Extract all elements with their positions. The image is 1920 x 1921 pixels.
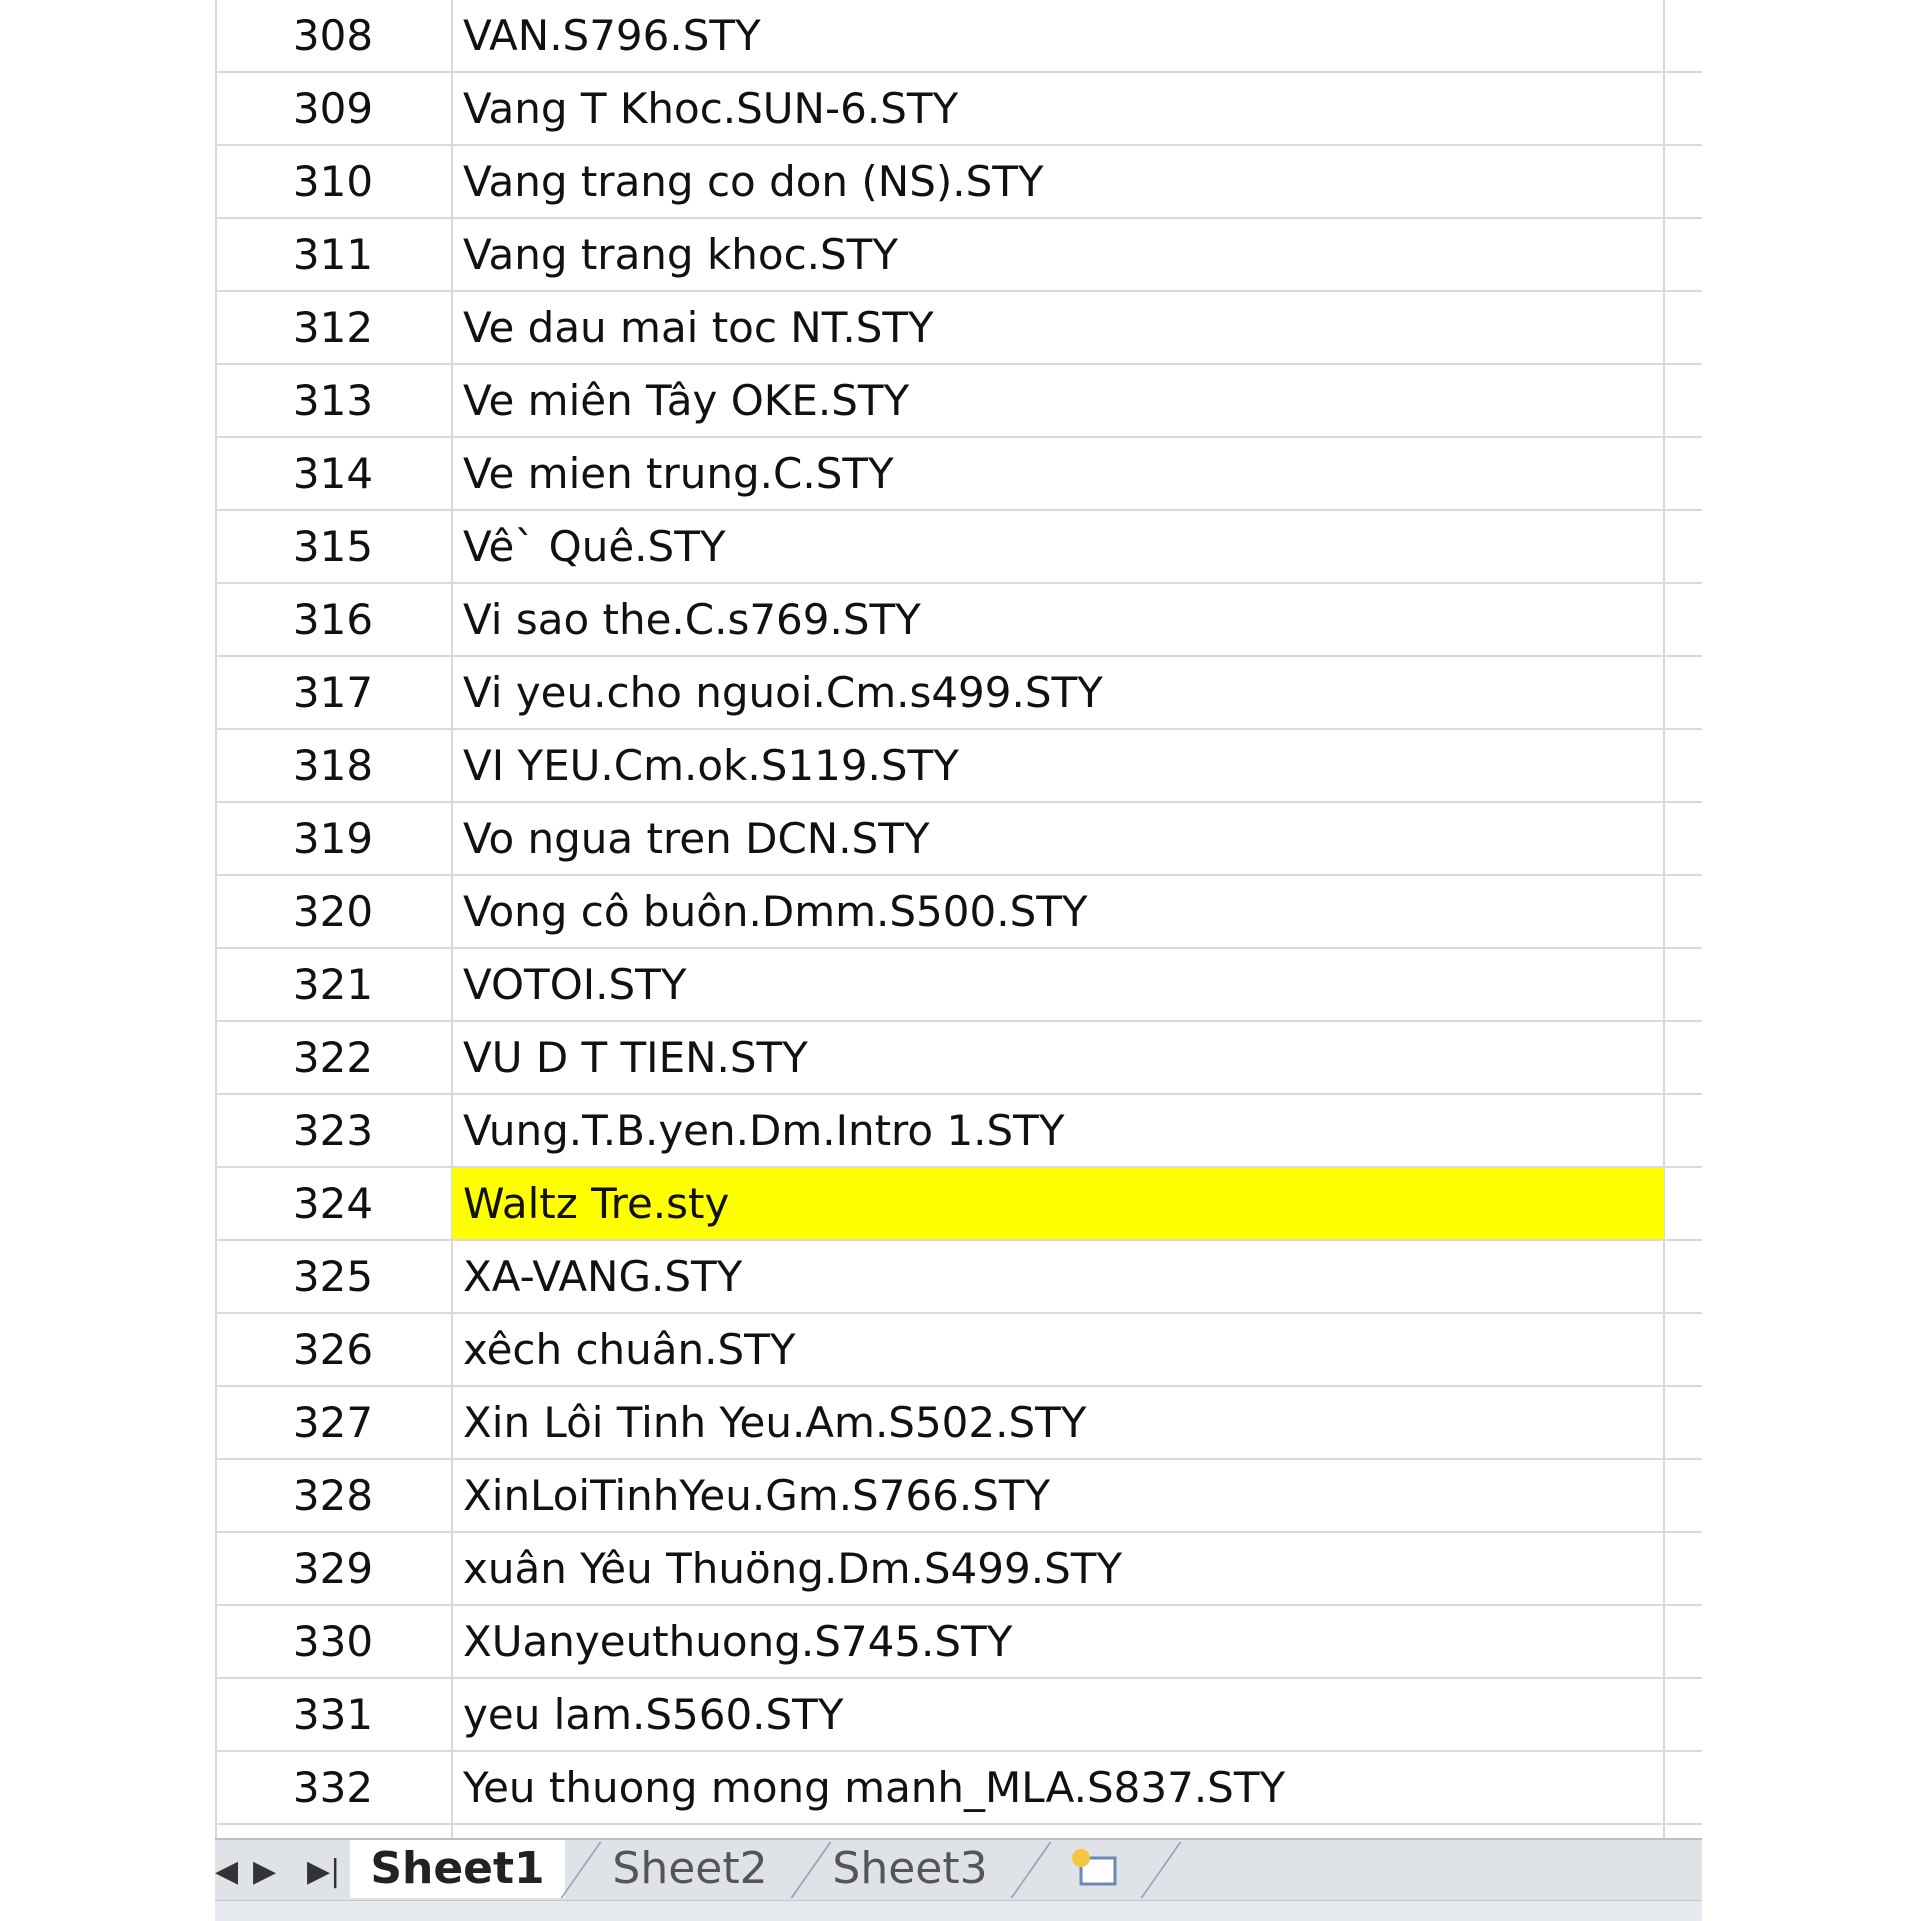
- row-number-cell[interactable]: 312: [215, 292, 451, 363]
- row-number-cell[interactable]: 325: [215, 1241, 451, 1312]
- file-name-cell[interactable]: XA-VANG.STY: [452, 1241, 1879, 1312]
- file-name-cell[interactable]: Vang T Khoc.SUN-6.STY: [452, 73, 1879, 144]
- table-row[interactable]: 314 Ve mien trung.C.STY: [215, 438, 1702, 511]
- file-name-cell[interactable]: XinLoiTinhYeu.Gm.S766.STY: [452, 1460, 1879, 1531]
- file-name-cell[interactable]: Vo ngua tren DCN.STY: [452, 803, 1879, 874]
- scroll-next-sheet-icon[interactable]: ▶: [253, 1854, 276, 1889]
- table-row[interactable]: 329 xuân Yêu Thuöng.Dm.S499.STY: [215, 1533, 1702, 1606]
- row-number-cell[interactable]: 328: [215, 1460, 451, 1531]
- sheet-tab-bar: ◀ ▶ ▶| Sheet1 Sheet2 Sheet3: [215, 1838, 1702, 1900]
- row-number-cell[interactable]: 324: [215, 1168, 451, 1239]
- row-number-cell[interactable]: 329: [215, 1533, 451, 1604]
- table-row[interactable]: 308 VAN.S796.STY: [215, 0, 1702, 73]
- file-name-cell[interactable]: Vung.T.B.yen.Dm.Intro 1.STY: [452, 1095, 1879, 1166]
- row-number-cell[interactable]: 315: [215, 511, 451, 582]
- file-name-cell[interactable]: VAN.S796.STY: [452, 0, 1879, 71]
- row-number-cell[interactable]: 314: [215, 438, 451, 509]
- table-row[interactable]: 328 XinLoiTinhYeu.Gm.S766.STY: [215, 1460, 1702, 1533]
- file-name-cell[interactable]: Xin Lôi Tinh Yeu.Am.S502.STY: [452, 1387, 1879, 1458]
- table-row[interactable]: 313 Ve miên Tây OKE.STY: [215, 365, 1702, 438]
- file-name-cell[interactable]: Ve miên Tây OKE.STY: [452, 365, 1879, 436]
- table-row[interactable]: 309 Vang T Khoc.SUN-6.STY: [215, 73, 1702, 146]
- table-row[interactable]: 319 Vo ngua tren DCN.STY: [215, 803, 1702, 876]
- scroll-last-sheet-icon[interactable]: ▶|: [307, 1854, 340, 1889]
- row-number-cell[interactable]: 316: [215, 584, 451, 655]
- file-name-cell[interactable]: VU D T TIEN.STY: [452, 1022, 1879, 1093]
- file-name-cell[interactable]: Vi sao the.C.s769.STY: [452, 584, 1879, 655]
- row-number-cell[interactable]: 318: [215, 730, 451, 801]
- tab-sheet2[interactable]: Sheet2: [590, 1840, 790, 1898]
- file-name-cell[interactable]: VI YEU.Cm.ok.S119.STY: [452, 730, 1879, 801]
- file-name-cell[interactable]: VOTOI.STY: [452, 949, 1879, 1020]
- table-row[interactable]: 323 Vung.T.B.yen.Dm.Intro 1.STY: [215, 1095, 1702, 1168]
- table-row[interactable]: 322 VU D T TIEN.STY: [215, 1022, 1702, 1095]
- tab-sheet3[interactable]: Sheet3: [810, 1840, 1010, 1898]
- row-number-cell[interactable]: 332: [215, 1752, 451, 1823]
- row-number-cell[interactable]: 322: [215, 1022, 451, 1093]
- table-row[interactable]: 317 Vi yeu.cho nguoi.Cm.s499.STY: [215, 657, 1702, 730]
- file-name-cell[interactable]: yeu lam.S560.STY: [452, 1679, 1879, 1750]
- row-number-cell[interactable]: 310: [215, 146, 451, 217]
- row-number-cell[interactable]: 308: [215, 0, 451, 71]
- table-row[interactable]: 315 Vê` Quê.STY: [215, 511, 1702, 584]
- insert-worksheet-icon[interactable]: [1040, 1840, 1150, 1898]
- file-name-cell[interactable]: xêch chuân.STY: [452, 1314, 1879, 1385]
- row-number-cell[interactable]: 309: [215, 73, 451, 144]
- tab-sheet1[interactable]: Sheet1: [350, 1840, 565, 1898]
- row-number-cell[interactable]: 313: [215, 365, 451, 436]
- row-number-cell[interactable]: 321: [215, 949, 451, 1020]
- file-name-cell[interactable]: Vang trang co don (NS).STY: [452, 146, 1879, 217]
- table-row[interactable]: 326 xêch chuân.STY: [215, 1314, 1702, 1387]
- file-name-cell[interactable]: Vang trang khoc.STY: [452, 219, 1879, 290]
- table-row[interactable]: 331 yeu lam.S560.STY: [215, 1679, 1702, 1752]
- table-row[interactable]: 324 Waltz Tre.sty: [215, 1168, 1702, 1241]
- row-number-cell[interactable]: 320: [215, 876, 451, 947]
- row-number-cell[interactable]: 331: [215, 1679, 451, 1750]
- worksheet-grid[interactable]: 308 VAN.S796.STY 309 Vang T Khoc.SUN-6.STY 3…: [215, 0, 1702, 1838]
- table-row[interactable]: 318 VI YEU.Cm.ok.S119.STY: [215, 730, 1702, 803]
- file-name-cell[interactable]: XUanyeuthuong.S745.STY: [452, 1606, 1879, 1677]
- table-row[interactable]: 320 Vong cô buôn.Dmm.S500.STY: [215, 876, 1702, 949]
- file-name-cell[interactable]: Vê` Quê.STY: [452, 511, 1879, 582]
- row-number-cell[interactable]: 323: [215, 1095, 451, 1166]
- table-row[interactable]: 311 Vang trang khoc.STY: [215, 219, 1702, 292]
- file-name-cell[interactable]: Vi yeu.cho nguoi.Cm.s499.STY: [452, 657, 1879, 728]
- table-row[interactable]: 312 Ve dau mai toc NT.STY: [215, 292, 1702, 365]
- row-number-cell[interactable]: 311: [215, 219, 451, 290]
- row-number-cell[interactable]: 319: [215, 803, 451, 874]
- status-bar: [215, 1900, 1702, 1921]
- table-row[interactable]: 330 XUanyeuthuong.S745.STY: [215, 1606, 1702, 1679]
- row-number-cell[interactable]: 330: [215, 1606, 451, 1677]
- table-row[interactable]: 316 Vi sao the.C.s769.STY: [215, 584, 1702, 657]
- file-name-cell[interactable]: Waltz Tre.sty: [452, 1168, 1664, 1239]
- file-name-cell[interactable]: Ve dau mai toc NT.STY: [452, 292, 1879, 363]
- table-row[interactable]: 321 VOTOI.STY: [215, 949, 1702, 1022]
- table-row[interactable]: 327 Xin Lôi Tinh Yeu.Am.S502.STY: [215, 1387, 1702, 1460]
- file-name-cell[interactable]: xuân Yêu Thuöng.Dm.S499.STY: [452, 1533, 1879, 1604]
- row-number-cell[interactable]: 317: [215, 657, 451, 728]
- file-name-cell[interactable]: Ve mien trung.C.STY: [452, 438, 1879, 509]
- table-row[interactable]: 332 Yeu thuong mong manh_MLA.S837.STY: [215, 1752, 1702, 1825]
- row-number-cell[interactable]: 327: [215, 1387, 451, 1458]
- table-row[interactable]: 325 XA-VANG.STY: [215, 1241, 1702, 1314]
- file-name-cell[interactable]: Vong cô buôn.Dmm.S500.STY: [452, 876, 1879, 947]
- table-row[interactable]: 310 Vang trang co don (NS).STY: [215, 146, 1702, 219]
- row-number-cell[interactable]: 326: [215, 1314, 451, 1385]
- file-name-cell[interactable]: Yeu thuong mong manh_MLA.S837.STY: [452, 1752, 1879, 1823]
- scroll-prev-sheet-icon[interactable]: ◀: [215, 1854, 238, 1889]
